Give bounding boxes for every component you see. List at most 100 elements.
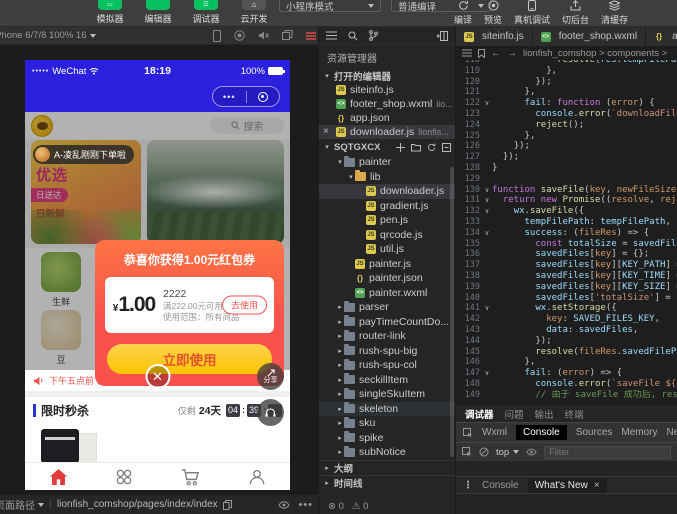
tree-item-parser[interactable]: ▸parser xyxy=(319,300,455,315)
tab-home[interactable] xyxy=(25,463,91,490)
code-line[interactable]: 125 }, xyxy=(456,131,677,142)
close-minimize-button[interactable] xyxy=(247,92,280,102)
eye-icon[interactable] xyxy=(526,448,537,456)
open-editor-downloader-js[interactable]: ×JSdownloader.jslionfis... xyxy=(319,125,455,139)
code-line[interactable]: 137 savedFiles[key][KEY_PATH] = fileRes.… xyxy=(456,260,677,271)
panel-tab-问题[interactable]: 问题 xyxy=(505,407,524,421)
more-options-icon[interactable]: ••• xyxy=(298,499,313,511)
popup-close-button[interactable]: ✕ xyxy=(145,364,170,389)
record-icon[interactable] xyxy=(234,30,245,41)
explorer-scrollbar[interactable] xyxy=(450,167,454,457)
list-icon[interactable] xyxy=(462,49,472,57)
refresh-icon[interactable] xyxy=(427,143,436,152)
kebab-menu-icon[interactable]: ⋮ xyxy=(463,480,473,491)
context-select[interactable]: top xyxy=(496,447,519,458)
use-now-button[interactable]: 立即使用 xyxy=(107,344,272,374)
code-line[interactable]: 138 savedFiles[key][KEY_TIME] = new Date… xyxy=(456,271,677,282)
fold-icon[interactable]: ∨ xyxy=(482,98,492,109)
fold-icon[interactable]: ∨ xyxy=(482,228,492,239)
tree-item-rush-spu-col[interactable]: ▸rush-spu-col xyxy=(319,358,455,373)
inspect-icon[interactable] xyxy=(462,447,472,457)
service-float-button[interactable] xyxy=(257,399,284,426)
预览-button[interactable]: 预览 xyxy=(478,0,508,26)
code-line[interactable]: 139 savedFiles[key][KEY_SIZE] = newFileS… xyxy=(456,282,677,293)
new-file-icon[interactable] xyxy=(396,143,405,152)
open-editor-footer_shop-wxml[interactable]: <>footer_shop.wxmllio... xyxy=(319,97,455,111)
code-line[interactable]: 126 }); xyxy=(456,141,677,152)
fold-icon[interactable]: ∨ xyxy=(482,368,492,379)
breadcrumb[interactable]: lionfish_comshop > components > xyxy=(523,48,667,59)
more-menu-button[interactable]: ••• xyxy=(213,92,246,102)
code-line[interactable]: 145 resolve(fileRes.savedFilePath); xyxy=(456,347,677,358)
inspect-element-icon[interactable] xyxy=(463,428,473,438)
seckill-product-image[interactable] xyxy=(41,429,101,465)
problems-bar[interactable]: ⊗ 0 ⚠ 0 xyxy=(319,498,455,514)
模拟器-button[interactable]: ▭模拟器 xyxy=(90,0,130,25)
云开发-button[interactable]: △云开发 xyxy=(234,0,274,25)
use-coupon-link[interactable]: 去使用 xyxy=(222,296,267,315)
真机调试-button[interactable]: 真机调试 xyxy=(508,0,556,26)
close-icon[interactable]: × xyxy=(594,480,600,491)
tree-item-downloader-js[interactable]: JSdownloader.js xyxy=(319,184,455,199)
code-line[interactable]: 132∨ wx.saveFile({ xyxy=(456,206,677,217)
new-folder-icon[interactable] xyxy=(411,143,421,152)
tree-item-router-link[interactable]: ▸router-link xyxy=(319,329,455,344)
code-line[interactable]: 131∨ return new Promise((resolve, reject… xyxy=(456,195,677,206)
close-icon[interactable]: × xyxy=(323,127,329,137)
editor-tab-siteinfo-js[interactable]: JSsiteinfo.js xyxy=(456,27,533,46)
tab-cart[interactable] xyxy=(158,463,224,490)
collapse-all-icon[interactable] xyxy=(442,143,451,152)
code-line[interactable]: 148 console.error(`saveFile ${key} faile… xyxy=(456,379,677,390)
back-icon[interactable]: ← xyxy=(491,48,501,59)
tree-item-gradient-js[interactable]: JSgradient.js xyxy=(319,199,455,214)
tree-item-util-js[interactable]: JSutil.js xyxy=(319,242,455,257)
clear-console-icon[interactable] xyxy=(479,447,489,457)
code-line[interactable]: 134∨ success: (fileRes) => { xyxy=(456,228,677,239)
menu-icon[interactable] xyxy=(306,31,316,41)
code-line[interactable]: 141∨ wx.setStorage({ xyxy=(456,303,677,314)
切后台-button[interactable]: 切后台 xyxy=(556,0,595,26)
调试器-button[interactable]: ☲调试器 xyxy=(186,0,226,25)
editor-tab-footer_shop-wxml[interactable]: <>footer_shop.wxml xyxy=(533,27,646,46)
code-line[interactable]: 128} xyxy=(456,163,677,174)
code-line[interactable]: 121 }, xyxy=(456,87,677,98)
code-line[interactable]: 147∨ fail: (error) => { xyxy=(456,368,677,379)
code-area[interactable]: 118 resolve(res.tempFilePath);119 },120 … xyxy=(456,60,677,404)
code-line[interactable]: 129 xyxy=(456,174,677,185)
fold-icon[interactable]: ∨ xyxy=(482,185,492,196)
tree-item-painter-js[interactable]: JSpainter.js xyxy=(319,257,455,272)
page-path-selector[interactable]: 页面路径 xyxy=(0,497,44,512)
tree-item-skeleton[interactable]: ▸skeleton xyxy=(319,402,455,417)
fold-icon[interactable]: ∨ xyxy=(482,206,492,217)
mode-select[interactable]: 小程序模式 xyxy=(279,0,381,12)
清缓存-button[interactable]: 清缓存 xyxy=(595,0,634,26)
code-line[interactable]: 135 const totalSize = savedFiles[KEY_TOT… xyxy=(456,239,677,250)
code-line[interactable]: 140 savedFiles['totalSize'] = newFileSiz… xyxy=(456,293,677,304)
multi-window-icon[interactable] xyxy=(282,30,293,41)
code-line[interactable]: 124 reject(); xyxy=(456,120,677,131)
section-时间线[interactable]: ▸时间线 xyxy=(319,475,455,490)
section-大纲[interactable]: ▸大纲 xyxy=(319,460,455,475)
search-icon[interactable] xyxy=(348,31,358,41)
code-line[interactable]: 142 key: SAVED_FILES_KEY, xyxy=(456,314,677,325)
project-header[interactable]: ▾ SQTGXCX xyxy=(319,139,455,155)
code-line[interactable]: 119 }, xyxy=(456,66,677,77)
fold-icon[interactable]: ∨ xyxy=(482,303,492,314)
devtools-tab-console[interactable]: Console xyxy=(516,425,567,440)
code-line[interactable]: 133 tempFilePath: tempFilePath, xyxy=(456,217,677,228)
编辑器-button[interactable]: 编辑器 xyxy=(138,0,178,25)
drawer-tab-what-s-new[interactable]: What's New× xyxy=(528,478,607,493)
open-editor-app-json[interactable]: {}app.json xyxy=(319,111,455,125)
device-frame-icon[interactable] xyxy=(213,30,221,42)
bookmark-icon[interactable] xyxy=(478,49,485,58)
devtools-tab-sources[interactable]: Sources xyxy=(576,427,613,438)
tree-item-subnotice[interactable]: ▸subNotice xyxy=(319,445,455,460)
code-line[interactable]: 144 }); xyxy=(456,336,677,347)
drawer-tab-console[interactable]: Console xyxy=(482,480,519,491)
mute-icon[interactable] xyxy=(258,30,269,41)
devtools-tab-memory[interactable]: Memory xyxy=(621,427,657,438)
panel-tab-输出[interactable]: 输出 xyxy=(535,407,554,421)
devtools-tab-wxml[interactable]: Wxml xyxy=(482,427,507,438)
tree-item-paytimecountdo-[interactable]: ▸payTimeCountDo... xyxy=(319,315,455,330)
tab-category[interactable] xyxy=(91,463,157,490)
